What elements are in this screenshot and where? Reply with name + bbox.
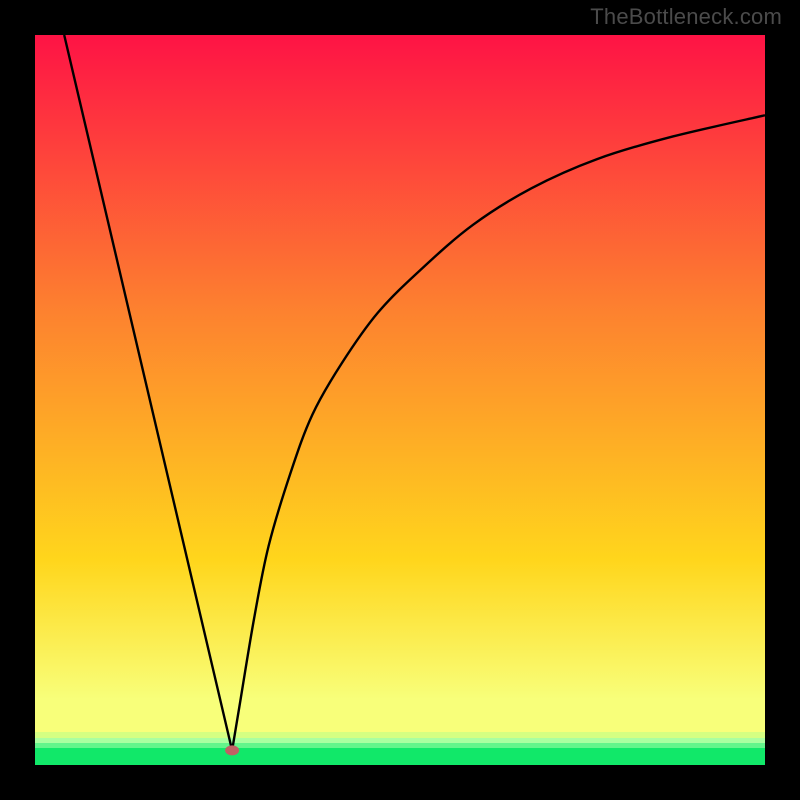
stripe-yellowgreen bbox=[35, 732, 765, 738]
plot-area bbox=[35, 35, 765, 765]
stripe-lightgreen bbox=[35, 738, 765, 743]
stripe-medgreen bbox=[35, 743, 765, 748]
gradient-background bbox=[35, 35, 765, 765]
minimum-marker bbox=[225, 745, 239, 755]
chart-frame: TheBottleneck.com bbox=[0, 0, 800, 800]
stripe-green bbox=[35, 748, 765, 765]
chart-svg bbox=[35, 35, 765, 765]
watermark-text: TheBottleneck.com bbox=[590, 4, 782, 30]
